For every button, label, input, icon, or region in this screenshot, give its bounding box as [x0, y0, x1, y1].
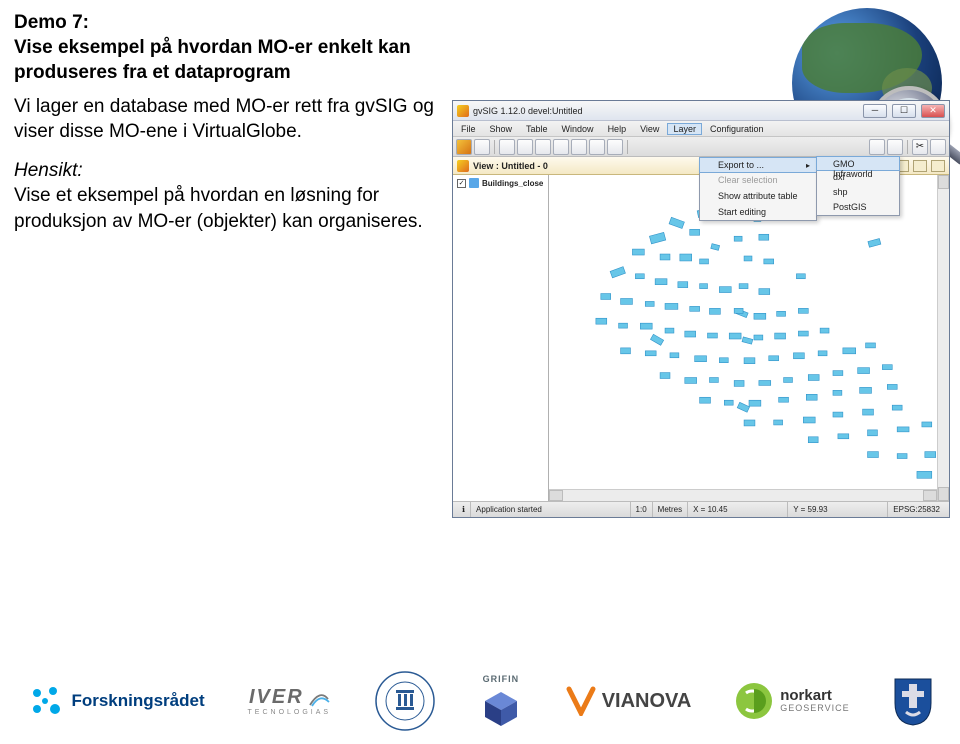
layer-label: Buildings_close: [482, 179, 543, 188]
content-area: ✓ Buildings_close: [453, 175, 949, 501]
toolbar-btn-7[interactable]: [571, 139, 587, 155]
menu-item-label: Show attribute table: [718, 191, 798, 201]
swoosh-icon: [308, 687, 330, 709]
forskningsradet-icon: [25, 681, 65, 721]
menu-item-show-attribute-table[interactable]: Show attribute table: [700, 188, 816, 204]
aalborg-seal-icon: [374, 670, 436, 732]
toolbar-btn-3[interactable]: [499, 139, 515, 155]
logo-norkart: norkart GEOSERVICE: [734, 681, 849, 721]
logo-grifin: GRIFIN: [479, 674, 523, 728]
grifin-cube-icon: [479, 688, 523, 728]
view-close-button[interactable]: [931, 160, 945, 172]
view-max-button[interactable]: [913, 160, 927, 172]
logo-vianova: VIANOVA: [566, 686, 692, 716]
slide-title: Demo 7: Vise eksempel på hvordan MO-er e…: [14, 10, 444, 85]
export-submenu: GMO Infraworld dxf shp PostGIS: [816, 156, 900, 216]
norkart-icon: [734, 681, 774, 721]
logo-sublabel: TECNOLOGIAS: [248, 709, 332, 716]
window-titlebar: gvSIG 1.12.0 devel:Untitled ─ ☐ ✕: [453, 101, 949, 121]
menu-item-label: Clear selection: [718, 175, 778, 185]
window-title: gvSIG 1.12.0 devel:Untitled: [473, 106, 858, 116]
toolbar: ✂: [453, 137, 949, 157]
submenu-item-shp[interactable]: shp: [817, 185, 899, 200]
status-units: Metres: [653, 502, 688, 517]
status-x: X = 10.45: [688, 502, 788, 517]
shield-icon: [892, 676, 934, 726]
menu-item-label: Export to ...: [718, 160, 764, 170]
logo-label: Forskningsrådet: [71, 691, 204, 711]
toolbar-separator: [907, 140, 908, 154]
logo-label: norkart: [780, 689, 849, 703]
toolbar-btn-right-1[interactable]: [869, 139, 885, 155]
status-message: Application started: [471, 502, 630, 517]
slide-body-1: Vi lager en database med MO-er rett fra …: [14, 94, 444, 144]
hensikt-body: Vise et eksempel på hvordan en løsning f…: [14, 185, 423, 231]
logo-forskningsradet: Forskningsrådet: [25, 681, 204, 721]
menu-item-start-editing[interactable]: Start editing: [700, 204, 816, 220]
status-epsg: EPSG:25832: [888, 502, 945, 517]
logo-label: IVER: [249, 686, 304, 709]
menu-show[interactable]: Show: [484, 124, 519, 134]
status-y: Y = 59.93: [788, 502, 888, 517]
menu-configuration[interactable]: Configuration: [704, 124, 770, 134]
status-scale: 1:0: [631, 502, 653, 517]
toolbar-btn-9[interactable]: [607, 139, 623, 155]
submenu-item-postgis[interactable]: PostGIS: [817, 200, 899, 215]
toolbar-btn-right-3[interactable]: ✂: [912, 139, 928, 155]
toolbar-btn-2[interactable]: [474, 139, 490, 155]
logo-label: GRIFIN: [483, 674, 520, 684]
hensikt-label: Hensikt:: [14, 160, 83, 181]
toolbar-btn-4[interactable]: [517, 139, 533, 155]
menu-item-export[interactable]: Export to ...: [699, 157, 817, 173]
toolbar-btn-8[interactable]: [589, 139, 605, 155]
layer-dropdown-menu: Export to ... Clear selection Show attri…: [699, 157, 817, 221]
menu-file[interactable]: File: [455, 124, 482, 134]
menu-table[interactable]: Table: [520, 124, 554, 134]
slide-title-part2: Vise eksempel på hvordan MO-er enkelt ka…: [14, 37, 411, 83]
submenu-item-gmo-infraworld[interactable]: GMO Infraworld: [816, 156, 900, 171]
layer-tree-item[interactable]: ✓ Buildings_close: [455, 177, 546, 189]
toolbar-btn-right-2[interactable]: [887, 139, 903, 155]
layer-icon: [469, 178, 479, 188]
footer-logos: Forskningsrådet IVER TECNOLOGIAS: [0, 658, 960, 744]
view-icon: [457, 160, 469, 172]
logo-aalborg: [374, 670, 436, 732]
vianova-icon: [566, 686, 596, 716]
menu-item-clear-selection: Clear selection: [700, 172, 816, 188]
map-canvas[interactable]: [549, 175, 949, 501]
app-icon: [457, 105, 469, 117]
toolbar-btn-6[interactable]: [553, 139, 569, 155]
menubar[interactable]: File Show Table Window Help View Layer C…: [453, 121, 949, 137]
logo-iver: IVER TECNOLOGIAS: [248, 686, 332, 716]
menu-help[interactable]: Help: [602, 124, 633, 134]
layer-tree-sidebar[interactable]: ✓ Buildings_close: [453, 175, 549, 501]
logo-label: VIANOVA: [602, 690, 692, 713]
buildings-map-svg: [549, 175, 949, 501]
logo-drammen: [892, 676, 934, 726]
toolbar-btn-1[interactable]: [456, 139, 472, 155]
horizontal-scrollbar[interactable]: [549, 489, 937, 501]
layer-checkbox[interactable]: ✓: [457, 179, 466, 188]
maximize-button[interactable]: ☐: [892, 104, 916, 118]
toolbar-separator: [627, 140, 628, 154]
slide-hensikt: Hensikt: Vise et eksempel på hvordan en …: [14, 158, 444, 233]
minimize-button[interactable]: ─: [863, 104, 887, 118]
toolbar-btn-right-4[interactable]: [930, 139, 946, 155]
menu-item-label: Start editing: [718, 207, 766, 217]
status-bar: ℹ Application started 1:0 Metres X = 10.…: [453, 501, 949, 517]
menu-view[interactable]: View: [634, 124, 665, 134]
logo-sublabel: GEOSERVICE: [780, 703, 849, 713]
close-button[interactable]: ✕: [921, 104, 945, 118]
slide-title-part1: Demo 7:: [14, 12, 89, 33]
toolbar-separator: [494, 140, 495, 154]
toolbar-btn-5[interactable]: [535, 139, 551, 155]
menu-layer[interactable]: Layer: [667, 123, 702, 135]
slide-text-block: Demo 7: Vise eksempel på hvordan MO-er e…: [14, 10, 444, 248]
menu-window[interactable]: Window: [556, 124, 600, 134]
status-icon-cell: ℹ: [457, 502, 471, 517]
submenu-arrow-icon: [806, 160, 810, 170]
vertical-scrollbar[interactable]: [937, 175, 949, 501]
gvsig-window: gvSIG 1.12.0 devel:Untitled ─ ☐ ✕ File S…: [452, 100, 950, 518]
